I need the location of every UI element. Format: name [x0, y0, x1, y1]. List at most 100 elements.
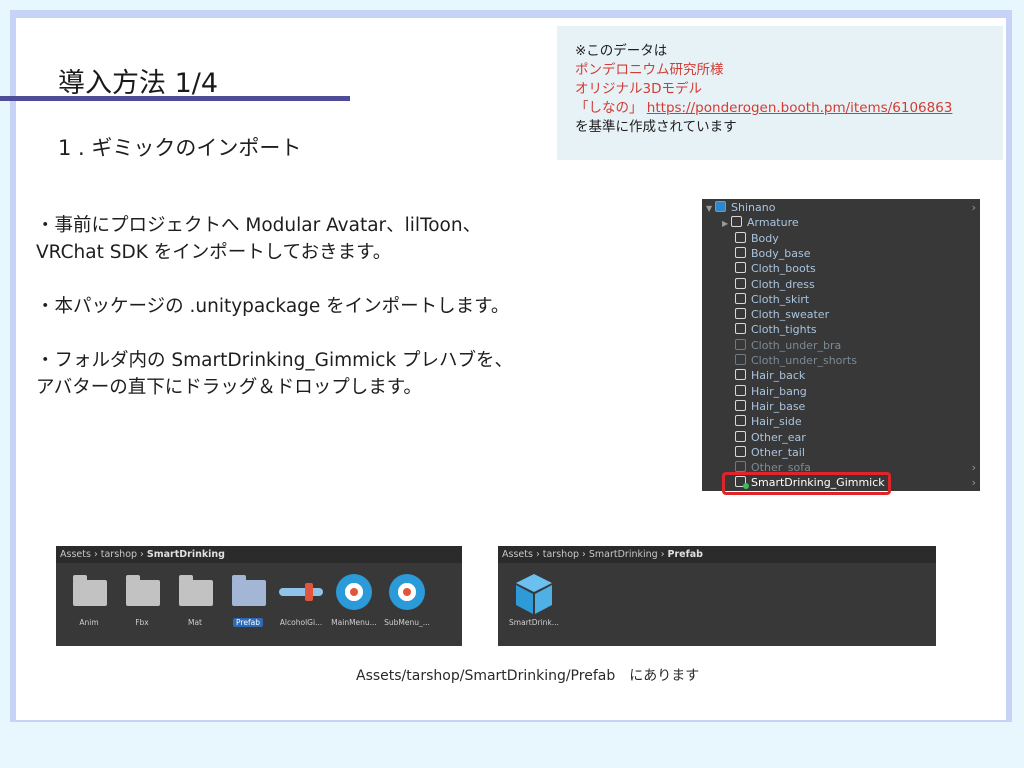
hierarchy-item-disabled[interactable]: Cloth_under_shorts: [702, 353, 980, 368]
cube-icon: [735, 430, 746, 442]
chevron-right-icon[interactable]: ›: [972, 460, 976, 475]
breadcrumb-item-current[interactable]: SmartDrinking: [147, 549, 225, 560]
asset-submenu[interactable]: SubMenu_...: [383, 574, 431, 627]
folder-icon: [232, 575, 266, 606]
expand-arrow-icon[interactable]: ▼: [706, 201, 715, 216]
breadcrumb: Assets › tarshop › SmartDrinking: [56, 546, 462, 563]
asset-label: Mat: [187, 618, 202, 627]
instruction-3: ・フォルダ内の SmartDrinking_Gimmick プレハブを、 アバタ…: [36, 347, 676, 401]
cube-icon: [735, 338, 746, 350]
credit-note: ※このデータは ポンデロニウム研究所様 オリジナル3Dモデル 「しなの」 htt…: [557, 26, 1003, 160]
hierarchy-item-label: Cloth_under_bra: [751, 338, 842, 352]
note-line: ※このデータは: [575, 43, 668, 59]
cube-icon: [735, 354, 746, 365]
asset-label: Fbx: [135, 618, 149, 627]
hierarchy-item-label: Hair_bang: [751, 384, 807, 398]
asset-prefab-smartdrinking[interactable]: SmartDrink...: [504, 574, 564, 627]
hierarchy-item-label: Cloth_skirt: [751, 292, 810, 306]
section-subtitle: 1 . ギミックのインポート: [58, 136, 302, 160]
breadcrumb-item[interactable]: tarshop: [101, 549, 137, 560]
breadcrumb-item-current[interactable]: Prefab: [668, 549, 703, 560]
hierarchy-item-label: Cloth_under_shorts: [751, 354, 857, 367]
expression-menu-icon: [336, 574, 372, 610]
cube-icon: [735, 277, 746, 289]
hierarchy-item-armature[interactable]: ▶ Armature: [702, 215, 980, 230]
hierarchy-item-label: Hair_side: [751, 415, 802, 429]
cube-icon: [735, 461, 746, 473]
expand-arrow-icon[interactable]: ▶: [722, 216, 731, 231]
instruction-1: ・事前にプロジェクトへ Modular Avatar、lilToon、 VRCh…: [36, 212, 676, 266]
cube-icon: [735, 445, 746, 457]
breadcrumb-item[interactable]: SmartDrinking: [589, 549, 658, 560]
hierarchy-item-label: Cloth_dress: [751, 277, 815, 291]
location-caption: Assets/tarshop/SmartDrinking/Prefab にありま…: [356, 668, 700, 684]
asset-label: MainMenu...: [331, 618, 377, 627]
breadcrumb: Assets › tarshop › SmartDrinking › Prefa…: [498, 546, 936, 563]
cube-icon: [735, 262, 746, 274]
hierarchy-item-label: Cloth_boots: [751, 262, 816, 276]
note-model-line: 「しなの」 https://ponderogen.booth.pm/items/…: [575, 99, 1003, 118]
hierarchy-panel: ▼ Shinano › ▶ Armature Body Body_base Clot…: [702, 199, 980, 491]
prefab-cube-icon: [516, 574, 552, 614]
hierarchy-item[interactable]: Body: [702, 231, 980, 246]
asset-label: AlcoholGi...: [279, 618, 323, 627]
asset-label: Prefab: [233, 618, 263, 627]
folder-icon: [179, 575, 213, 606]
cube-icon: [735, 231, 746, 243]
page-title: 導入方法 1/4: [58, 68, 219, 99]
hierarchy-item-label: Hair_back: [751, 369, 806, 383]
chevron-right-icon[interactable]: ›: [972, 200, 976, 215]
cube-icon: [735, 415, 746, 427]
instruction-2: ・本パッケージの .unitypackage をインポートします。: [36, 293, 676, 320]
parameter-slider-icon: [279, 583, 323, 601]
hierarchy-item[interactable]: Hair_back: [702, 368, 980, 383]
cube-icon: [735, 292, 746, 304]
hierarchy-item-label: Body_base: [751, 246, 811, 260]
booth-link[interactable]: https://ponderogen.booth.pm/items/610686…: [647, 100, 953, 116]
expression-menu-icon: [389, 574, 425, 610]
instruction-text: VRChat SDK をインポートしておきます。: [36, 242, 392, 263]
note-author: ポンデロニウム研究所様: [575, 62, 724, 78]
hierarchy-item-label: Other_ear: [751, 430, 806, 444]
asset-folder-anim[interactable]: Anim: [65, 574, 113, 627]
instruction-text: ・フォルダ内の SmartDrinking_Gimmick プレハブを、: [36, 350, 514, 371]
hierarchy-item[interactable]: Other_ear: [702, 430, 980, 445]
chevron-right-icon[interactable]: ›: [972, 475, 976, 490]
highlight-box: [722, 472, 891, 495]
hierarchy-item[interactable]: Cloth_boots: [702, 261, 980, 276]
breadcrumb-item[interactable]: Assets: [60, 549, 91, 560]
hierarchy-item[interactable]: Cloth_sweater: [702, 307, 980, 322]
breadcrumb-item[interactable]: Assets: [502, 549, 533, 560]
asset-label: SubMenu_...: [384, 618, 430, 627]
cube-icon: [731, 216, 742, 228]
note-model-name: 「しなの」: [575, 100, 643, 116]
asset-folder-fbx[interactable]: Fbx: [118, 574, 166, 627]
folder-icon: [126, 575, 160, 606]
asset-label: SmartDrink...: [509, 618, 559, 627]
hierarchy-item[interactable]: Cloth_dress: [702, 277, 980, 292]
hierarchy-item[interactable]: Cloth_skirt: [702, 292, 980, 307]
folder-icon: [73, 575, 107, 606]
asset-folder-mat[interactable]: Mat: [171, 574, 219, 627]
hierarchy-item-shinano[interactable]: ▼ Shinano ›: [702, 200, 980, 215]
hierarchy-item[interactable]: Cloth_tights: [702, 322, 980, 337]
hierarchy-item-disabled[interactable]: Cloth_under_bra: [702, 338, 980, 353]
hierarchy-item[interactable]: Hair_side: [702, 414, 980, 429]
hierarchy-item[interactable]: Body_base: [702, 246, 980, 261]
breadcrumb-item[interactable]: tarshop: [543, 549, 579, 560]
instruction-text: ・事前にプロジェクトへ Modular Avatar、lilToon、: [36, 215, 482, 236]
hierarchy-item-label: Body: [751, 231, 779, 245]
project-panel-smartdrinking: Assets › tarshop › SmartDrinking Anim Fb…: [56, 546, 462, 646]
asset-mainmenu[interactable]: MainMenu...: [330, 574, 378, 627]
hierarchy-item[interactable]: Other_tail: [702, 445, 980, 460]
cube-icon: [735, 246, 746, 258]
hierarchy-item[interactable]: Hair_base: [702, 399, 980, 414]
hierarchy-item-label: Other_tail: [751, 445, 805, 459]
hierarchy-item[interactable]: Hair_bang: [702, 384, 980, 399]
hierarchy-item-label: Hair_base: [751, 399, 806, 413]
project-panel-prefab: Assets › tarshop › SmartDrinking › Prefa…: [498, 546, 936, 646]
asset-folder-prefab[interactable]: Prefab: [224, 574, 272, 630]
asset-alcohol[interactable]: AlcoholGi...: [277, 574, 325, 627]
prefab-cube-icon: [715, 201, 726, 212]
asset-label: Anim: [79, 618, 99, 627]
